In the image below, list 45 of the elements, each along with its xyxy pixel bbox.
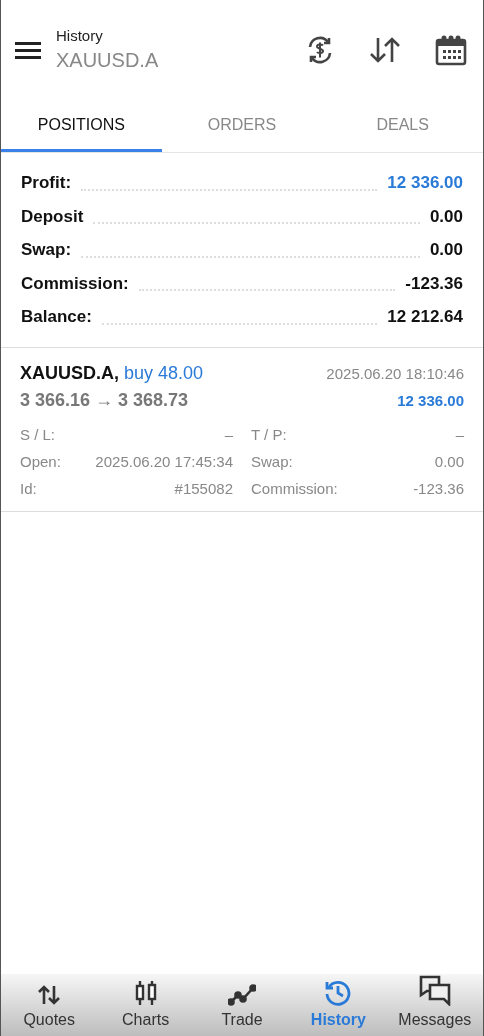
summary-label: Profit: bbox=[21, 172, 72, 194]
tab[interactable]: ORDERS bbox=[161, 100, 323, 152]
position-card[interactable]: XAUUSD.A, buy 48.00 2025.06.20 18:10:46 3 366.16 → 3 368.73 12 336.00 S / L: – T / P: – Open: 2025.06.20 17:45:34 Swap: 0.00 Id: #155082 Commission: -123.36 bbox=[1, 347, 483, 512]
summary-value: 12 336.00 bbox=[387, 172, 463, 194]
detail-label: T / P: bbox=[251, 424, 287, 445]
sort-icon[interactable] bbox=[369, 36, 401, 64]
nav-tab[interactable]: Charts bbox=[97, 974, 194, 1036]
nav-tab[interactable]: Messages bbox=[386, 974, 483, 1036]
detail-value: -123.36 bbox=[413, 478, 464, 499]
calendar-icon[interactable] bbox=[435, 34, 467, 66]
screen-title: History bbox=[56, 26, 104, 46]
detail-value: #155082 bbox=[174, 478, 233, 499]
summary-label: Balance: bbox=[21, 306, 92, 328]
detail-value: 2025.06.20 17:45:34 bbox=[95, 451, 233, 472]
arrows-icon bbox=[37, 984, 62, 1006]
detail-value: – bbox=[455, 424, 464, 445]
summary-value: 0.00 bbox=[429, 239, 463, 261]
detail-label: Swap: bbox=[251, 451, 293, 472]
profit-value: 12 336.00 bbox=[397, 390, 464, 411]
trade-volume: buy 48.00 bbox=[124, 361, 204, 385]
detail-value: 0.00 bbox=[434, 451, 464, 472]
detail-label: Id: bbox=[20, 478, 37, 499]
summary-label: Commission: bbox=[21, 272, 129, 295]
detail-label: S / L: bbox=[20, 424, 56, 445]
symbol-subtitle: XAUUSD.A bbox=[56, 48, 159, 73]
nav-tab[interactable]: Quotes bbox=[1, 974, 98, 1036]
chat-bubbles-icon bbox=[417, 974, 452, 1006]
summary-label: Swap: bbox=[21, 239, 72, 261]
summary-value: -123.36 bbox=[405, 272, 463, 295]
history-icon bbox=[324, 978, 353, 1006]
tab[interactable]: DEALS bbox=[322, 100, 483, 152]
summary-value: 12 212.64 bbox=[387, 306, 463, 328]
summary-label: Deposit bbox=[21, 205, 84, 228]
nav-tab[interactable]: Trade bbox=[193, 974, 291, 1036]
tab[interactable]: POSITIONS bbox=[1, 100, 162, 152]
summary-value: 0.00 bbox=[429, 205, 463, 228]
detail-value: – bbox=[224, 424, 233, 445]
menu-icon[interactable] bbox=[15, 41, 41, 59]
detail-label: Open: bbox=[20, 451, 61, 472]
close-time: 2025.06.20 18:10:46 bbox=[326, 363, 464, 384]
line-chart-icon bbox=[228, 984, 256, 1006]
symbol-label: XAUUSD.A, bbox=[20, 361, 119, 385]
price-change: 3 366.16 → 3 368.73 bbox=[20, 388, 189, 412]
detail-label: Commission: bbox=[251, 478, 338, 499]
candlestick-icon bbox=[133, 980, 158, 1006]
